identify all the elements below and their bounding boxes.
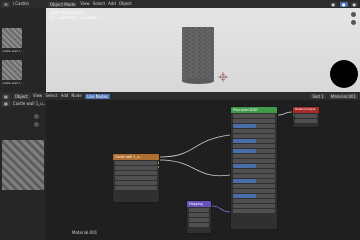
node-slider[interactable] xyxy=(233,164,275,168)
node-title: Material Output xyxy=(293,107,319,113)
image-editor-button[interactable]: ▦ xyxy=(2,101,10,106)
castle-cylinder[interactable] xyxy=(180,25,216,85)
3d-viewport[interactable]: Object Mode View Select Add Object ● ● ●… xyxy=(46,0,360,92)
node-field xyxy=(233,144,275,148)
menu-add[interactable]: Add xyxy=(61,93,69,99)
menu-view[interactable]: View xyxy=(80,1,90,7)
asset-label-2: castle wall t... xyxy=(2,81,23,85)
shading-material-button[interactable]: ● xyxy=(340,1,348,7)
image-name: Castle wall 1_u... xyxy=(12,100,47,106)
node-field xyxy=(189,213,209,217)
node-field xyxy=(233,119,275,123)
output-socket[interactable] xyxy=(158,166,159,168)
node-field xyxy=(233,204,275,208)
top-left-panel: ☰ \.Castle\ castle wall t... castle wall… xyxy=(0,0,46,92)
node-field xyxy=(233,209,275,213)
node-slider[interactable] xyxy=(233,194,275,198)
node-field xyxy=(233,154,275,158)
node-field xyxy=(115,166,157,170)
node-field xyxy=(189,218,209,222)
use-nodes-toggle[interactable]: Use Nodes xyxy=(84,93,111,99)
slot-dropdown[interactable]: Slot 1 xyxy=(310,93,326,99)
node-slider[interactable] xyxy=(233,124,275,128)
asset-label-1: castle wall t... xyxy=(2,49,23,53)
magnify-icon[interactable] xyxy=(351,20,356,25)
material-footer-label: Material.001 xyxy=(72,230,98,235)
node-field xyxy=(233,159,275,163)
node-field xyxy=(115,161,157,165)
menu-view[interactable]: View xyxy=(33,93,43,99)
magnify-icon[interactable] xyxy=(34,122,39,127)
asset-thumb-2[interactable]: castle wall t... xyxy=(2,60,23,86)
node-slider[interactable] xyxy=(233,179,275,183)
menu-node[interactable]: Node xyxy=(71,93,81,99)
node-field xyxy=(189,223,209,227)
mapping-node[interactable]: Mapping xyxy=(186,200,212,234)
node-field xyxy=(233,184,275,188)
material-output-node[interactable]: Material Output xyxy=(292,106,320,128)
node-field xyxy=(233,169,275,173)
node-field xyxy=(115,181,157,185)
asset-thumb-1[interactable]: castle wall t... xyxy=(2,28,23,54)
shading-render-button[interactable]: ● xyxy=(350,1,358,7)
menu-select[interactable]: Select xyxy=(45,93,57,99)
image-panel-header: ▦ Castle wall 1_u... xyxy=(0,100,47,107)
node-field xyxy=(189,208,209,212)
path-label: \.Castle\ xyxy=(12,1,30,6)
node-title: Principled BSDF xyxy=(231,107,277,113)
viewport-info: User Perspective (1) Collection | Cylind… xyxy=(50,10,97,20)
node-editor-header: ▦ Object View Select Add Node Use Nodes … xyxy=(0,92,360,100)
image-preview xyxy=(2,140,44,190)
node-field xyxy=(115,186,157,190)
hand-icon[interactable] xyxy=(34,114,39,119)
node-slider[interactable] xyxy=(233,149,275,153)
node-field xyxy=(233,199,275,203)
node-field xyxy=(233,174,275,178)
node-slider[interactable] xyxy=(233,139,275,143)
node-field xyxy=(295,119,317,123)
editor-type-button[interactable]: ☰ xyxy=(2,1,10,7)
principled-bsdf-node[interactable]: Principled BSDF xyxy=(230,106,278,230)
menu-add[interactable]: Add xyxy=(108,1,116,7)
thumbnail-image xyxy=(2,60,22,80)
image-panel: ▦ Castle wall 1_u... xyxy=(0,100,47,240)
node-canvas[interactable]: Castle wall 1_u... Principled BSDF Mater… xyxy=(46,100,360,240)
editor-type-button[interactable]: ▦ xyxy=(2,93,10,99)
mode-dropdown[interactable]: Object Mode xyxy=(48,1,78,7)
material-dropdown[interactable]: Material.001 xyxy=(328,93,358,99)
menu-object[interactable]: Object xyxy=(119,1,132,7)
object-dropdown[interactable]: Object xyxy=(12,93,30,99)
node-field xyxy=(233,189,275,193)
top-left-header: ☰ \.Castle\ xyxy=(0,0,46,8)
node-title: Mapping xyxy=(187,201,211,207)
node-field xyxy=(115,176,157,180)
menu-select[interactable]: Select xyxy=(93,1,105,7)
output-socket[interactable] xyxy=(158,162,159,164)
3d-cursor-icon xyxy=(218,72,228,82)
viewport-header: Object Mode View Select Add Object ● ● ● xyxy=(46,0,360,8)
collection-name: (1) Collection | Cylinder xyxy=(50,15,98,20)
shading-solid-button[interactable]: ● xyxy=(329,1,337,7)
black-sphere[interactable] xyxy=(330,60,358,88)
node-title: Castle wall 1_u... xyxy=(113,154,159,160)
node-field xyxy=(233,114,275,118)
hand-icon[interactable] xyxy=(351,12,356,17)
node-field xyxy=(115,171,157,175)
thumbnail-image xyxy=(2,28,22,48)
node-field xyxy=(295,114,317,118)
node-field xyxy=(233,134,275,138)
input-socket[interactable] xyxy=(293,114,294,116)
node-field xyxy=(233,129,275,133)
image-texture-node[interactable]: Castle wall 1_u... xyxy=(112,153,160,203)
